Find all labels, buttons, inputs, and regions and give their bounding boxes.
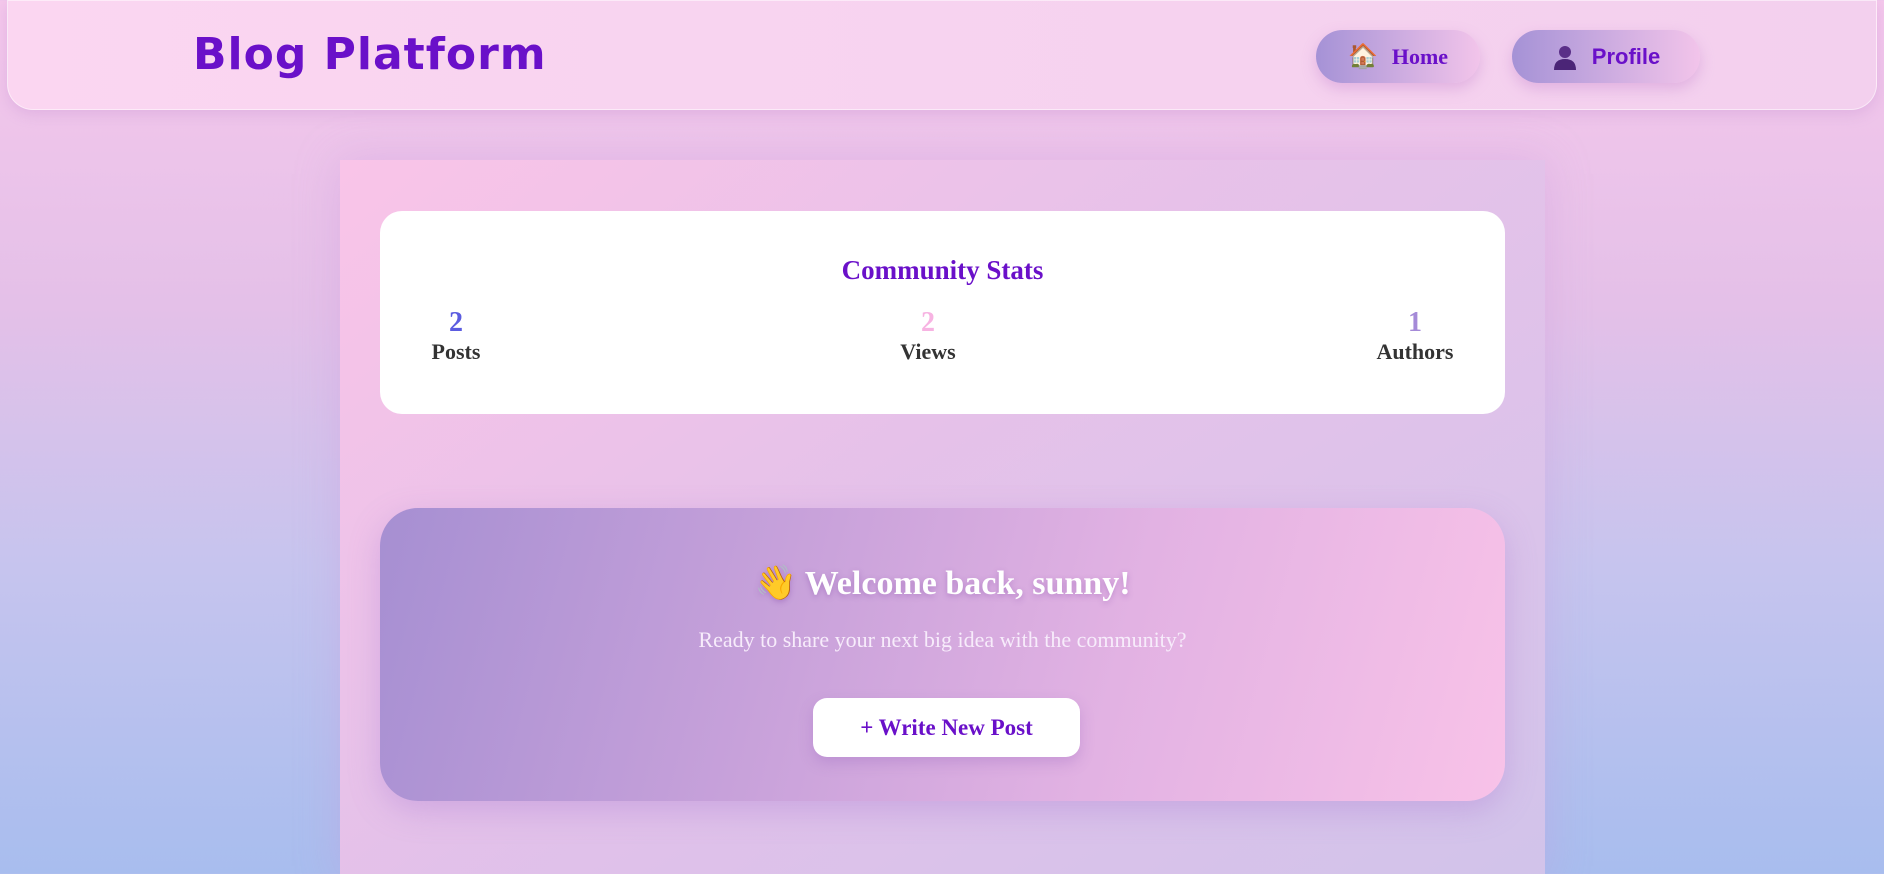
profile-nav-label: Profile [1591,43,1661,69]
welcome-heading-text: Welcome back, sunny! [804,565,1131,602]
waving-hand-icon: 👋 [754,565,797,602]
stat-authors-label: Authors [1376,339,1454,364]
top-navbar: Blog Platform 🏠 Home Profile [7,0,1877,110]
stat-posts-label: Posts [431,339,481,364]
house-icon: 🏠 [1347,43,1378,70]
stat-posts: 2 Posts [430,308,482,366]
stat-authors-value: 1 [1408,307,1422,338]
home-nav-button[interactable]: 🏠 Home [1316,30,1480,83]
main-content-panel: Community Stats 2 Posts 2 Views 1 Author… [340,160,1545,874]
stats-title: Community Stats [841,255,1044,285]
brand-logo-text[interactable]: Blog Platform [193,29,547,80]
user-silhouette-icon [1553,45,1576,70]
welcome-heading: 👋 Welcome back, sunny! [380,563,1505,603]
write-new-post-button[interactable]: + Write New Post [813,698,1080,757]
home-nav-label: Home [1391,43,1449,69]
welcome-card: 👋 Welcome back, sunny! Ready to share yo… [380,508,1505,801]
stat-posts-value: 2 [449,307,463,338]
profile-nav-button[interactable]: Profile [1512,30,1700,83]
stat-views-value: 2 [921,307,935,338]
welcome-subtitle: Ready to share your next big idea with t… [698,627,1187,652]
community-stats-card: Community Stats 2 Posts 2 Views 1 Author… [380,211,1505,414]
stat-authors: 1 Authors [1374,308,1456,366]
stat-views-label: Views [900,339,956,364]
stat-views: 2 Views [898,308,958,366]
